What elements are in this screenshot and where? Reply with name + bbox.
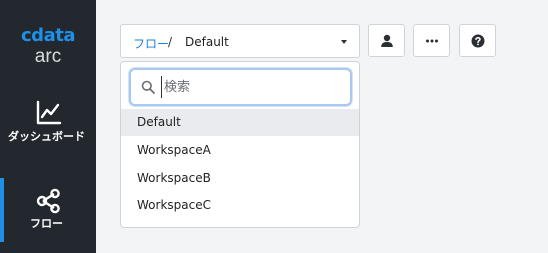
list-item[interactable]: Default (121, 109, 359, 136)
sidebar-item-label: ダッシュボード (8, 130, 85, 143)
user-button[interactable] (368, 24, 405, 57)
user-icon (381, 34, 393, 47)
app-logo: cdata arc (0, 26, 96, 67)
flow-nodes-icon (36, 188, 60, 214)
active-indicator (0, 178, 4, 242)
list-item[interactable]: WorkspaceA (121, 137, 359, 164)
logo-product: arc (34, 46, 62, 67)
chevron-down-icon (341, 40, 347, 44)
breadcrumb-separator: / (168, 35, 173, 49)
sidebar: cdata arc ダッシュボード フロー (0, 0, 96, 253)
search-icon (141, 80, 155, 94)
help-button[interactable] (459, 24, 496, 57)
list-item[interactable]: WorkspaceC (121, 192, 359, 219)
ellipsis-icon (426, 39, 438, 43)
search-input[interactable] (161, 76, 341, 98)
sidebar-item-dashboard[interactable]: ダッシュボード (0, 98, 96, 168)
sidebar-item-flow[interactable]: フロー (0, 178, 96, 242)
chart-line-icon (36, 100, 62, 125)
help-icon (471, 34, 485, 48)
workspace-dropdown: Default WorkspaceA WorkspaceB WorkspaceC (120, 61, 360, 228)
sidebar-item-label: フロー (30, 217, 63, 230)
list-item[interactable]: WorkspaceB (121, 165, 359, 192)
breadcrumb-flow-link[interactable]: フロー (133, 35, 169, 52)
flow-workspace-select[interactable]: フロー / Default (120, 24, 360, 58)
breadcrumb-current: Default (185, 35, 229, 49)
more-button[interactable] (413, 24, 450, 57)
logo-brand: cdata (21, 25, 75, 46)
search-box (129, 68, 352, 106)
